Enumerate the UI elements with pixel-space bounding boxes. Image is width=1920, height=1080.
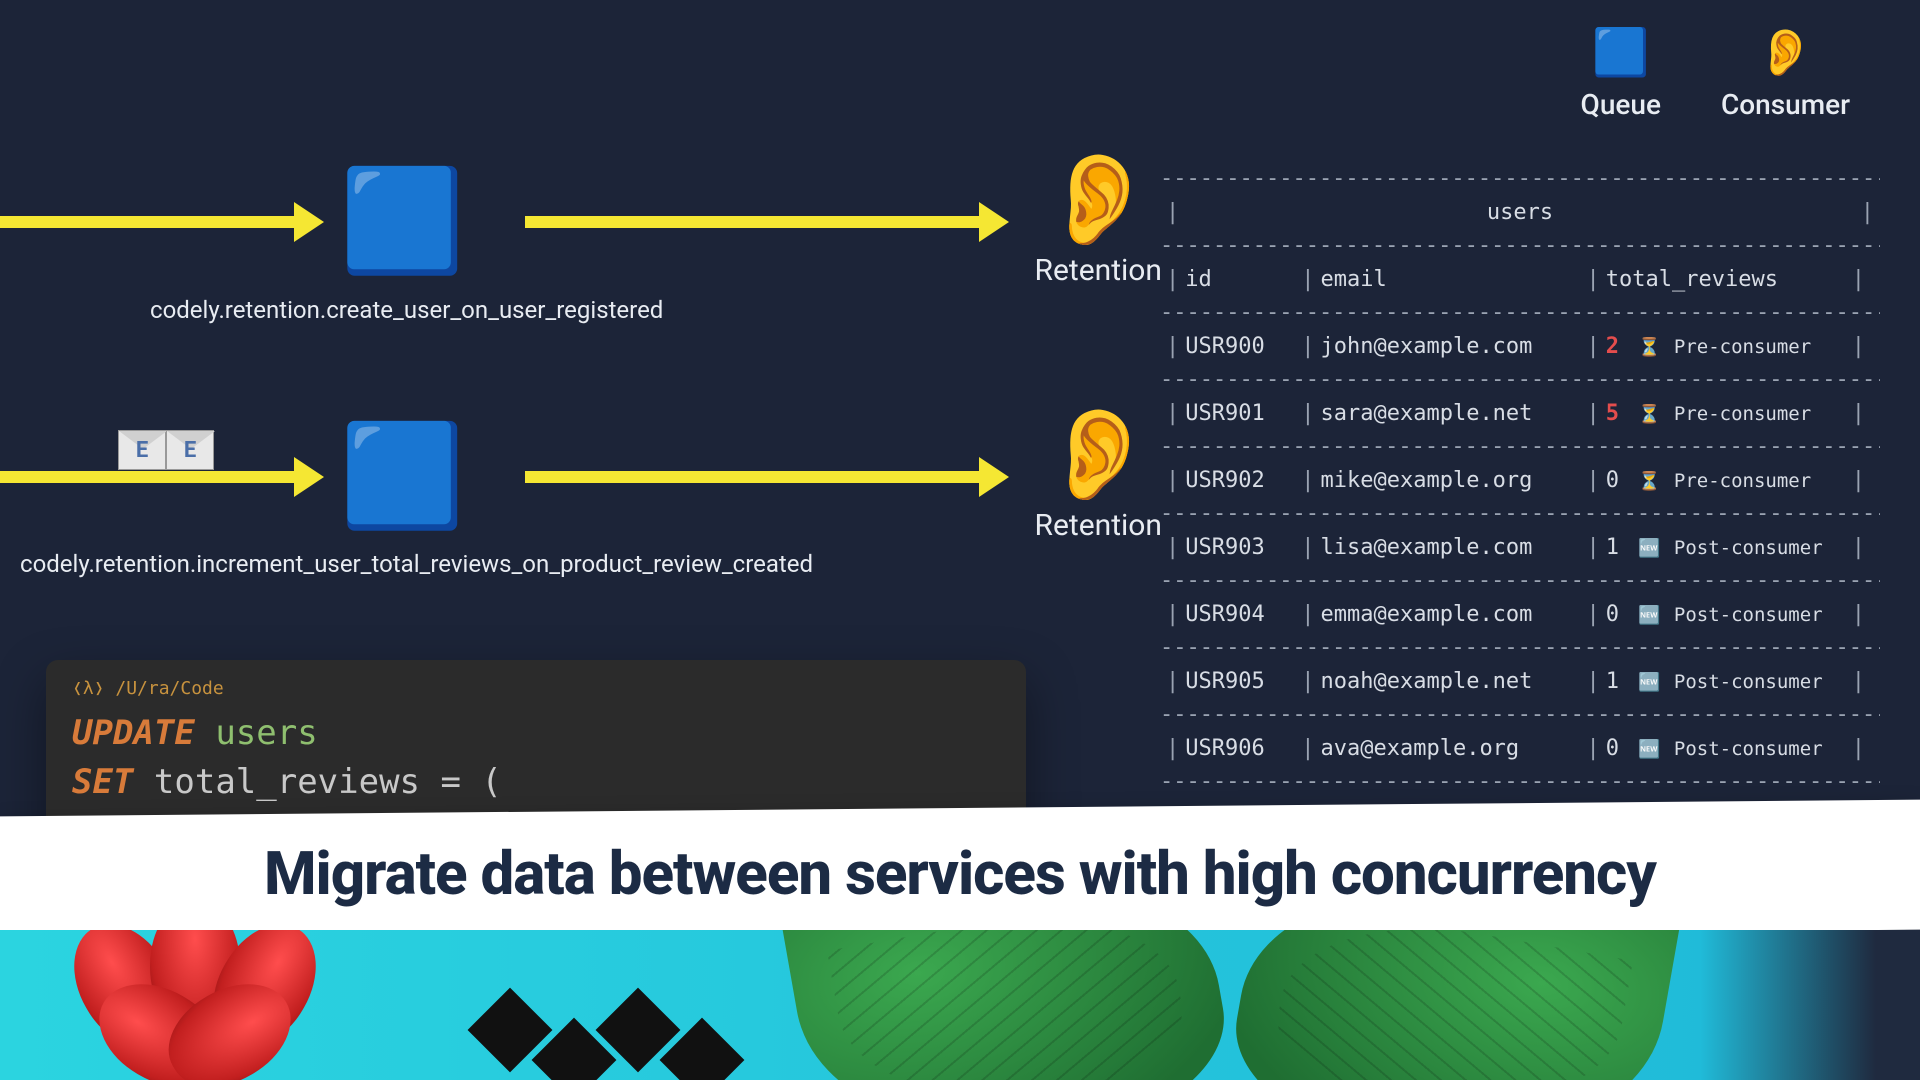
cell-id: USR905 bbox=[1185, 668, 1295, 696]
consumer-label: Retention bbox=[1035, 253, 1162, 288]
table-row: |USR903|lisa@example.com|1 🆕 Post-consum… bbox=[1160, 528, 1880, 568]
ear-icon: 👂 bbox=[1042, 410, 1154, 500]
queued-messages: E E bbox=[118, 430, 214, 470]
divider: ----------------------------------------… bbox=[1160, 701, 1880, 729]
cell-total-reviews: 0 ⏳ Pre-consumer bbox=[1606, 467, 1846, 495]
status-label: Pre-consumer bbox=[1674, 336, 1811, 358]
queue-create-user: 🟦 bbox=[340, 172, 465, 272]
cell-id: USR900 bbox=[1185, 333, 1295, 361]
queue-label: codely.retention.increment_user_total_re… bbox=[20, 550, 813, 578]
divider: ----------------------------------------… bbox=[1160, 567, 1880, 595]
legend-queue: 🟦 Queue bbox=[1581, 30, 1661, 121]
status-icon: ⏳ bbox=[1638, 404, 1660, 425]
title-text: Migrate data between services with high … bbox=[264, 838, 1656, 909]
cell-total-reviews: 1 🆕 Post-consumer bbox=[1606, 534, 1846, 562]
status-icon: 🆕 bbox=[1638, 739, 1660, 760]
cubes-icon bbox=[480, 1000, 732, 1080]
arrow-icon bbox=[525, 216, 985, 228]
cell-email: ava@example.org bbox=[1321, 735, 1581, 763]
divider: ----------------------------------------… bbox=[1160, 433, 1880, 461]
arrow-icon bbox=[525, 471, 985, 483]
legend-queue-label: Queue bbox=[1581, 88, 1661, 121]
consumer-label: Retention bbox=[1035, 508, 1162, 543]
status-label: Post-consumer bbox=[1674, 604, 1823, 626]
envelope-icon: E bbox=[118, 430, 166, 470]
status-icon: ⏳ bbox=[1638, 471, 1660, 492]
cell-id: USR902 bbox=[1185, 467, 1295, 495]
consumer-retention: 👂 Retention bbox=[1035, 410, 1162, 543]
queue-icon: 🟦 bbox=[340, 172, 465, 272]
divider: ----------------------------------------… bbox=[1160, 634, 1880, 662]
table-row: |USR904|emma@example.com|0 🆕 Post-consum… bbox=[1160, 595, 1880, 635]
table-header-row: |id |email |total_reviews| bbox=[1160, 260, 1880, 300]
queue-increment-reviews: 🟦 bbox=[340, 427, 465, 527]
arrow-icon bbox=[0, 216, 300, 228]
cell-id: USR903 bbox=[1185, 534, 1295, 562]
status-icon: ⏳ bbox=[1638, 337, 1660, 358]
ear-icon: 👂 bbox=[1042, 155, 1154, 245]
sql-line: SET total_reviews = ( bbox=[72, 758, 1000, 807]
lambda-icon: ❬λ❭ bbox=[72, 678, 105, 699]
cell-id: USR904 bbox=[1185, 601, 1295, 629]
cell-id: USR906 bbox=[1185, 735, 1295, 763]
legend-consumer-label: Consumer bbox=[1721, 88, 1850, 121]
cell-total-reviews: 5 ⏳ Pre-consumer bbox=[1606, 400, 1846, 428]
users-table: ----------------------------------------… bbox=[1160, 165, 1880, 796]
table-title: users bbox=[1185, 199, 1855, 227]
divider: ----------------------------------------… bbox=[1160, 299, 1880, 327]
queue-label: codely.retention.create_user_on_user_reg… bbox=[150, 296, 663, 324]
cell-email: emma@example.com bbox=[1321, 601, 1581, 629]
col-id: id bbox=[1185, 266, 1295, 294]
divider: ----------------------------------------… bbox=[1160, 366, 1880, 394]
flow-row-create-user: 🟦 👂 Retention bbox=[0, 155, 1162, 288]
divider: ----------------------------------------… bbox=[1160, 768, 1880, 796]
status-label: Pre-consumer bbox=[1674, 403, 1811, 425]
col-email: email bbox=[1321, 266, 1581, 294]
table-row: |USR900|john@example.com|2 ⏳ Pre-consume… bbox=[1160, 327, 1880, 367]
divider: ----------------------------------------… bbox=[1160, 500, 1880, 528]
table-row: |USR901|sara@example.net|5 ⏳ Pre-consume… bbox=[1160, 394, 1880, 434]
cell-email: sara@example.net bbox=[1321, 400, 1581, 428]
cell-email: noah@example.net bbox=[1321, 668, 1581, 696]
status-icon: 🆕 bbox=[1638, 538, 1660, 559]
cell-email: john@example.com bbox=[1321, 333, 1581, 361]
divider: ----------------------------------------… bbox=[1160, 232, 1880, 260]
col-total-reviews: total_reviews bbox=[1606, 266, 1846, 294]
status-label: Post-consumer bbox=[1674, 537, 1823, 559]
arrow-icon bbox=[0, 471, 300, 483]
table-row: |USR905|noah@example.net|1 🆕 Post-consum… bbox=[1160, 662, 1880, 702]
flower-icon bbox=[60, 930, 340, 1080]
title-banner: Migrate data between services with high … bbox=[0, 800, 1920, 947]
cell-email: lisa@example.com bbox=[1321, 534, 1581, 562]
leaf-icon bbox=[781, 930, 1240, 1080]
decorative-strip bbox=[0, 930, 1920, 1080]
status-icon: 🆕 bbox=[1638, 605, 1660, 626]
consumer-retention: 👂 Retention bbox=[1035, 155, 1162, 288]
terminal-prompt: ❬λ❭ /U/ra/Code bbox=[72, 678, 1000, 699]
status-label: Pre-consumer bbox=[1674, 470, 1811, 492]
status-label: Post-consumer bbox=[1674, 671, 1823, 693]
status-icon: 🆕 bbox=[1638, 672, 1660, 693]
consumer-icon: 👂 bbox=[1757, 30, 1814, 76]
legend: 🟦 Queue 👂 Consumer bbox=[1581, 30, 1850, 121]
cell-total-reviews: 0 🆕 Post-consumer bbox=[1606, 601, 1846, 629]
queue-icon: 🟦 bbox=[340, 427, 465, 527]
cell-total-reviews: 0 🆕 Post-consumer bbox=[1606, 735, 1846, 763]
table-title-row: |users| bbox=[1160, 193, 1880, 233]
envelope-icon: E bbox=[166, 430, 214, 470]
queue-icon: 🟦 bbox=[1592, 30, 1649, 76]
terminal-path: /U/ra/Code bbox=[115, 678, 223, 699]
table-row: |USR902|mike@example.org|0 ⏳ Pre-consume… bbox=[1160, 461, 1880, 501]
sql-line: UPDATE users bbox=[72, 709, 1000, 758]
legend-consumer: 👂 Consumer bbox=[1721, 30, 1850, 121]
divider: ----------------------------------------… bbox=[1160, 165, 1880, 193]
cell-total-reviews: 1 🆕 Post-consumer bbox=[1606, 668, 1846, 696]
cell-id: USR901 bbox=[1185, 400, 1295, 428]
cell-total-reviews: 2 ⏳ Pre-consumer bbox=[1606, 333, 1846, 361]
table-row: |USR906|ava@example.org|0 🆕 Post-consume… bbox=[1160, 729, 1880, 769]
cell-email: mike@example.org bbox=[1321, 467, 1581, 495]
status-label: Post-consumer bbox=[1674, 738, 1823, 760]
leaf-icon bbox=[1221, 930, 1680, 1080]
